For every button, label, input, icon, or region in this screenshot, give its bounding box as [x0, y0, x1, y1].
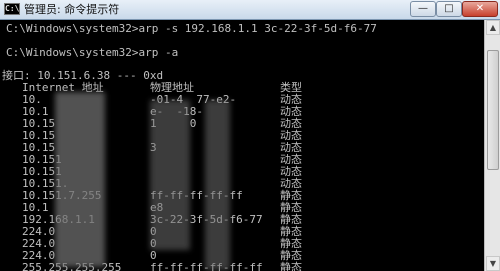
redaction-blur-mac-right — [205, 100, 230, 270]
command-prompt-window: C:\ 管理员: 命令提示符 — □ ✕ C:\Windows\system32… — [0, 0, 500, 271]
scroll-down-arrow-icon[interactable]: ▼ — [486, 256, 500, 271]
scroll-up-arrow-icon[interactable]: ▲ — [486, 20, 500, 35]
scrollbar-thumb[interactable] — [487, 50, 499, 170]
vertical-scrollbar[interactable]: ▲ ▼ — [484, 20, 500, 271]
command-line-1: C:\Windows\system32>arp -s 192.168.1.1 3… — [6, 22, 377, 35]
close-button[interactable]: ✕ — [462, 1, 498, 17]
maximize-button[interactable]: □ — [436, 1, 462, 17]
arp-type-cell: 静态 — [280, 261, 302, 271]
title-bar[interactable]: C:\ 管理员: 命令提示符 — □ ✕ — [0, 0, 500, 20]
cmd-app-icon[interactable]: C:\ — [4, 3, 20, 15]
redaction-blur-ip — [55, 92, 105, 267]
command-line-2: C:\Windows\system32>arp -a — [6, 46, 179, 59]
minimize-button[interactable]: — — [410, 1, 436, 17]
window-title: 管理员: 命令提示符 — [24, 3, 120, 16]
redaction-blur-mac-left — [150, 100, 190, 250]
console-output[interactable]: C:\Windows\system32>arp -s 192.168.1.1 3… — [0, 20, 484, 271]
